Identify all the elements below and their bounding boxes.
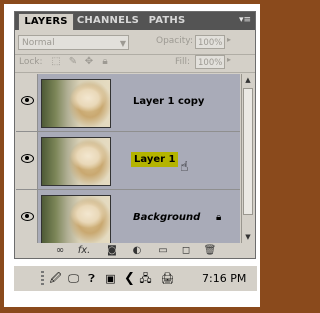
system-clock: 7:16 PM <box>202 272 247 285</box>
layer-row[interactable]: Layer 1 ☝ <box>16 132 240 190</box>
chevron-right-icon[interactable]: ▸ <box>227 55 231 64</box>
blend-row: Normal ▼ Opacity: 100% ▸ <box>15 32 255 54</box>
taskbar: 🖉 🖵 ❓︎ ▣ ❮ 🖧 🖨︎ 7:16 PM <box>14 266 257 291</box>
layer-row[interactable]: Background 🔒︎ <box>16 190 240 243</box>
lock-all-icon[interactable]: 🔒︎ <box>100 57 110 67</box>
eye-icon <box>21 96 34 105</box>
lock-position-icon[interactable]: ✥ <box>84 57 94 67</box>
eye-icon <box>21 212 34 221</box>
visibility-toggle[interactable] <box>18 132 38 189</box>
blend-mode-value: Normal <box>22 38 55 48</box>
lock-transparent-icon[interactable]: ⬚ <box>51 57 61 67</box>
blend-mode-select[interactable]: Normal ▼ <box>18 35 129 50</box>
new-layer-icon[interactable]: ◻ <box>179 244 193 257</box>
pen-icon[interactable]: 🖉 <box>48 271 63 286</box>
layer-thumbnail <box>41 195 111 243</box>
layer-name-highlighted[interactable]: Layer 1 <box>131 152 179 167</box>
help-icon[interactable]: ❓︎ <box>84 271 99 286</box>
mask-icon[interactable]: ◙ <box>105 244 119 257</box>
tab-bar: LAYERS CHANNELS PATHS ▾≡ <box>15 12 255 30</box>
lock-pixels-icon[interactable]: ✎ <box>68 57 78 67</box>
opacity-input[interactable]: 100% <box>195 35 225 49</box>
tab-layers[interactable]: LAYERS <box>18 13 74 30</box>
layer-thumbnail <box>41 137 111 186</box>
layer-content[interactable]: Background 🔒︎ <box>38 190 240 243</box>
scroll-down-icon[interactable]: ▼ <box>243 231 253 243</box>
hand-cursor-icon: ☝ <box>180 159 189 175</box>
eye-icon <box>21 154 34 163</box>
fill-label: Fill: <box>175 57 191 67</box>
panel-footer: ∞ fx. ◙ ◐ ▭ ◻ 🗑︎ <box>15 244 255 258</box>
layers-list: Layer 1 copy Layer 1 ☝ Background 🔒︎ <box>16 74 240 243</box>
layer-name: Background <box>133 212 201 223</box>
link-layers-icon[interactable]: ∞ <box>53 244 67 257</box>
layer-row[interactable]: Layer 1 copy <box>16 74 240 132</box>
visibility-toggle[interactable] <box>18 74 38 131</box>
tab-paths[interactable]: PATHS <box>145 13 189 29</box>
adjustment-icon[interactable]: ◐ <box>130 244 144 257</box>
chevron-right-icon[interactable]: ▸ <box>227 35 231 44</box>
layer-content[interactable]: Layer 1 ☝ <box>38 132 240 189</box>
scrollbar[interactable]: ▲ ▼ <box>241 74 254 243</box>
toolbar-grip <box>41 271 44 287</box>
tab-channels[interactable]: CHANNELS <box>75 13 141 29</box>
monitor-icon[interactable]: 🖵 <box>66 271 81 286</box>
layer-content[interactable]: Layer 1 copy <box>38 74 240 131</box>
chevron-down-icon: ▼ <box>119 39 126 48</box>
group-icon[interactable]: ▭ <box>156 244 170 257</box>
layers-panel: LAYERS CHANNELS PATHS ▾≡ Normal ▼ Opacit… <box>14 11 256 259</box>
layer-name: Layer 1 copy <box>133 96 205 107</box>
printer-icon[interactable]: 🖨︎ <box>160 271 175 286</box>
lock-label: Lock: <box>19 57 43 67</box>
fx-icon[interactable]: fx. <box>77 244 91 257</box>
window-frame: LAYERS CHANNELS PATHS ▾≡ Normal ▼ Opacit… <box>4 4 260 307</box>
opacity-label: Opacity: <box>156 36 193 46</box>
layer-thumbnail <box>41 79 111 128</box>
trash-icon[interactable]: 🗑︎ <box>203 244 217 257</box>
divider <box>15 72 255 73</box>
scroll-thumb[interactable] <box>243 88 253 215</box>
padlock-icon: 🔒︎ <box>216 212 222 223</box>
network-icon[interactable]: 🖧 <box>138 271 153 286</box>
back-arrow-icon[interactable]: ❮ <box>122 271 137 286</box>
fill-input[interactable]: 100% <box>195 55 225 69</box>
window-icon[interactable]: ▣ <box>103 271 118 286</box>
scroll-up-icon[interactable]: ▲ <box>243 74 253 86</box>
panel-menu-icon[interactable]: ▾≡ <box>238 15 252 26</box>
visibility-toggle[interactable] <box>18 190 38 243</box>
